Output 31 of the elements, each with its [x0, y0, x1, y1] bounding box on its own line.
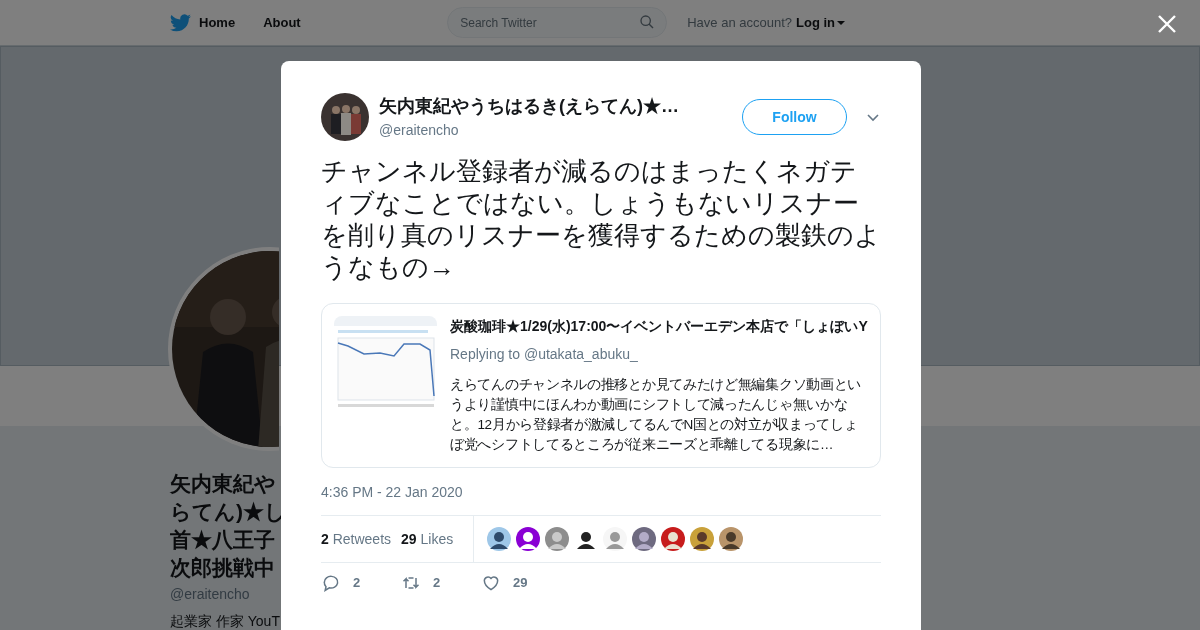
nav-link[interactable]: Home — [199, 12, 236, 33]
bird-icon[interactable] — [170, 13, 191, 32]
speech-bubble-icon — [321, 573, 341, 593]
profile-name-line: 矢内東紀や — [170, 471, 276, 497]
stat-link[interactable]: 29 Likes — [401, 528, 454, 550]
tweet-timestamp: 4:36 PM - 22 Jan 2020 — [321, 483, 464, 502]
profile-name-line: 次郎挑戦中 — [170, 555, 275, 581]
profile-bio: 起業家 作家 YouT — [170, 612, 280, 630]
action-button[interactable]: 29 — [481, 573, 561, 593]
profile-handle: @eraitencho — [170, 585, 250, 604]
profile-name-line: 首★八王子 — [170, 527, 275, 553]
quoted-title: 炭酸珈琲★1/29(水)17:00〜イベントバーエデン本店で「しょぼいY — [450, 317, 868, 336]
search-field[interactable]: Search Twitter — [447, 7, 668, 38]
tweet-text: チャンネル登録者が減るのはまったくネガティブなことではない。しょうもないリスナーを削り真のリスナーを獲得するための製鉄のようなもの→ — [321, 155, 881, 283]
stat-link[interactable]: 2 Retweets — [321, 528, 392, 550]
nav-link[interactable]: About — [263, 12, 301, 33]
profile-name-line: らてん)★し — [170, 499, 286, 525]
action-button[interactable]: 2 — [401, 573, 481, 593]
account-prompt: Have an account? — [687, 13, 792, 32]
close-button[interactable] — [1156, 13, 1178, 35]
action-button[interactable]: 2 — [321, 573, 401, 593]
close-icon — [1156, 13, 1178, 35]
caret-icon — [837, 20, 845, 25]
quoted-tweet-card[interactable]: 炭酸珈琲★1/29(水)17:00〜イベントバーエデン本店で「しょぼいY Replying to @utakata_abuku_ えらてんのチャンネルの推移とか見てみたけど無編集クソ動画というより謹慎中にほんわか動画にシフトして減ったんじゃ無いかなと。12月から登録者が激減してるんでN国との対立が収まってしょぼ党へシフトしてるところが従来ニーズと乖離してる現象に… — [321, 303, 881, 468]
login-link[interactable]: Log in — [796, 12, 845, 33]
quoted-text: えらてんのチャンネルの推移とか見てみたけど無編集クソ動画というより謹慎中にほんわか動画にシフトして減ったんじゃ無いかなと。12月から登録者が激減してるんでN国との対立が収まってしょぼ党へシフトしてるところが従来ニーズと乖離してる現象に… — [450, 376, 862, 454]
heart-icon — [481, 573, 501, 593]
author-name[interactable]: 矢内東紀やうちはるき(えらてん)★… — [379, 93, 679, 120]
author-handle[interactable]: @eraitencho — [379, 120, 679, 141]
replying-to-text: Replying to @utakata_abuku_ — [450, 345, 639, 364]
search-icon — [639, 14, 656, 30]
